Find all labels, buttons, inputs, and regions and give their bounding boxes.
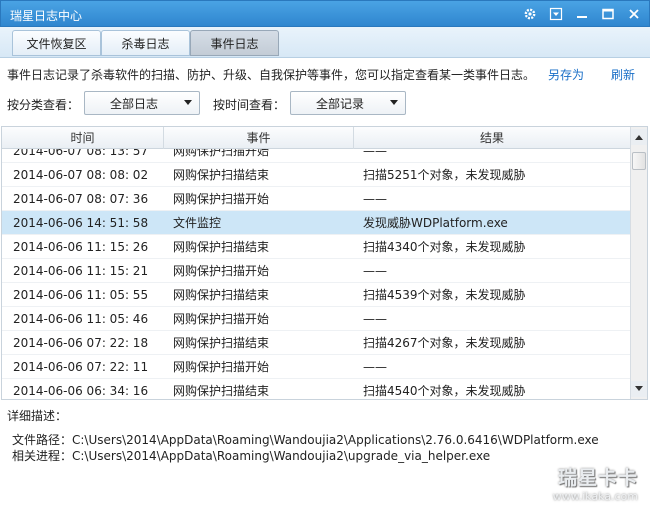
column-header-time[interactable]: 时间: [2, 127, 164, 149]
close-icon[interactable]: [623, 4, 645, 24]
time-select[interactable]: 全部记录: [290, 91, 406, 115]
cell-time: 2014-06-06 11: 15: 26: [13, 240, 149, 254]
cell-time: 2014-06-06 06: 34: 16: [13, 384, 149, 398]
title-bar: 瑞星日志中心: [0, 0, 650, 27]
cell-time: 2014-06-06 11: 05: 55: [13, 288, 149, 302]
cell-result: 扫描4267个对象，未发现威胁: [363, 336, 526, 350]
watermark-logo: 瑞星卡卡 www.ikaka.com: [553, 463, 638, 503]
window-controls: [519, 4, 645, 24]
cell-event: 网购保护扫描开始: [173, 312, 270, 326]
tab-antivirus-log[interactable]: 杀毒日志: [101, 30, 190, 56]
table-row[interactable]: 2014-06-06 06: 34: 16 网购保护扫描结束 扫描4540个对象，未…: [2, 379, 630, 399]
cell-time: 2014-06-06 07: 22: 11: [13, 360, 149, 374]
maximize-icon[interactable]: [597, 4, 619, 24]
watermark-url: www.ikaka.com: [552, 490, 638, 503]
category-select-value: 全部日志: [109, 96, 158, 111]
cell-result: ——: [363, 149, 387, 158]
table-row[interactable]: 2014-06-06 14: 51: 58 文件监控 发现威胁WDPlatform.…: [2, 211, 630, 235]
category-filter-label: 按分类查看：: [7, 98, 80, 112]
cell-event: 文件监控: [173, 216, 222, 230]
scroll-up-icon[interactable]: [631, 129, 647, 145]
column-header-result[interactable]: 结果: [354, 127, 630, 149]
tab-file-recovery[interactable]: 文件恢复区: [12, 30, 101, 56]
cell-result: ——: [363, 264, 387, 278]
table-row[interactable]: 2014-06-06 11: 05: 46 网购保护扫描开始 ——: [2, 307, 630, 331]
cell-event: 网购保护扫描结束: [173, 168, 270, 182]
cell-time: 2014-06-07 08: 13: 57: [13, 149, 149, 158]
table-row[interactable]: 2014-06-06 07: 22: 18 网购保护扫描结束 扫描4267个对象，未…: [2, 331, 630, 355]
chevron-down-icon: [390, 100, 398, 105]
cell-result: 扫描4340个对象，未发现威胁: [363, 240, 526, 254]
cell-time: 2014-06-07 08: 08: 02: [13, 168, 149, 182]
details-label: 详细描述：: [7, 409, 68, 423]
cell-result: ——: [363, 312, 387, 326]
cell-result: 发现威胁WDPlatform.exe: [363, 216, 508, 230]
table-body: 2014-06-07 08: 13: 57 网购保护扫描开始 —— 2014-06-0…: [2, 149, 630, 399]
cell-time: 2014-06-06 11: 15: 21: [13, 264, 149, 278]
time-filter-label: 按时间查看：: [213, 98, 286, 112]
cell-time: 2014-06-06 14: 51: 58: [13, 216, 149, 230]
cell-result: ——: [363, 360, 387, 374]
tab-strip: 文件恢复区 杀毒日志 事件日志: [0, 27, 650, 58]
time-select-value: 全部记录: [315, 96, 364, 111]
table-row[interactable]: 2014-06-07 08: 13: 57 网购保护扫描开始 ——: [2, 149, 630, 163]
cell-result: 扫描4539个对象，未发现威胁: [363, 288, 526, 302]
scroll-down-icon[interactable]: [631, 381, 647, 397]
cell-event: 网购保护扫描结束: [173, 288, 270, 302]
cell-event: 网购保护扫描结束: [173, 336, 270, 350]
cell-event: 网购保护扫描开始: [173, 192, 270, 206]
event-log-table: 时间 事件 结果 2014-06-07 08: 13: 57 网购保护扫描开始 ——…: [1, 126, 648, 400]
chevron-down-icon: [184, 100, 192, 105]
cell-result: 扫描5251个对象，未发现威胁: [363, 168, 526, 182]
cell-result: 扫描4540个对象，未发现威胁: [363, 384, 526, 398]
cell-event: 网购保护扫描开始: [173, 264, 270, 278]
minimize-icon[interactable]: [571, 4, 593, 24]
table-header: 时间 事件 结果: [2, 127, 630, 149]
details-process: 相关进程：C:\Users\2014\AppData\Roaming\Wando…: [12, 449, 491, 463]
cell-time: 2014-06-06 11: 05: 46: [13, 312, 149, 326]
cell-event: 网购保护扫描开始: [173, 149, 270, 158]
cell-event: 网购保护扫描结束: [173, 384, 270, 398]
cell-event: 网购保护扫描开始: [173, 360, 270, 374]
refresh-link[interactable]: 刷新: [611, 66, 635, 83]
tab-event-log[interactable]: 事件日志: [190, 30, 279, 56]
filter-row: 按分类查看： 全部日志 按时间查看： 全部记录: [0, 89, 650, 117]
table-row[interactable]: 2014-06-06 11: 05: 55 网购保护扫描结束 扫描4539个对象，未…: [2, 283, 630, 307]
table-row[interactable]: 2014-06-07 08: 07: 36 网购保护扫描开始 ——: [2, 187, 630, 211]
info-row: 事件日志记录了杀毒软件的扫描、防护、升级、自我保护等事件，您可以指定查看某一类事…: [0, 58, 650, 88]
scrollbar-thumb[interactable]: [632, 152, 646, 170]
table-row[interactable]: 2014-06-06 11: 15: 26 网购保护扫描结束 扫描4340个对象，未…: [2, 235, 630, 259]
category-select[interactable]: 全部日志: [84, 91, 200, 115]
watermark-brand: 瑞星卡卡: [557, 467, 638, 489]
details-file-path: 文件路径：C:\Users\2014\AppData\Roaming\Wando…: [12, 433, 599, 447]
table-row[interactable]: 2014-06-06 11: 15: 21 网购保护扫描开始 ——: [2, 259, 630, 283]
cell-time: 2014-06-07 08: 07: 36: [13, 192, 149, 206]
table-row[interactable]: 2014-06-06 07: 22: 11 网购保护扫描开始 ——: [2, 355, 630, 379]
cell-time: 2014-06-06 07: 22: 18: [13, 336, 149, 350]
save-as-link[interactable]: 另存为: [548, 66, 584, 83]
settings-icon[interactable]: [519, 4, 541, 24]
vertical-scrollbar[interactable]: [630, 127, 647, 399]
dropdown-menu-icon[interactable]: [545, 4, 567, 24]
info-description: 事件日志记录了杀毒软件的扫描、防护、升级、自我保护等事件，您可以指定查看某一类事…: [7, 68, 536, 82]
column-header-event[interactable]: 事件: [164, 127, 354, 149]
window-title: 瑞星日志中心: [10, 9, 83, 23]
cell-result: ——: [363, 192, 387, 206]
table-row[interactable]: 2014-06-07 08: 08: 02 网购保护扫描结束 扫描5251个对象，未…: [2, 163, 630, 187]
cell-event: 网购保护扫描结束: [173, 240, 270, 254]
